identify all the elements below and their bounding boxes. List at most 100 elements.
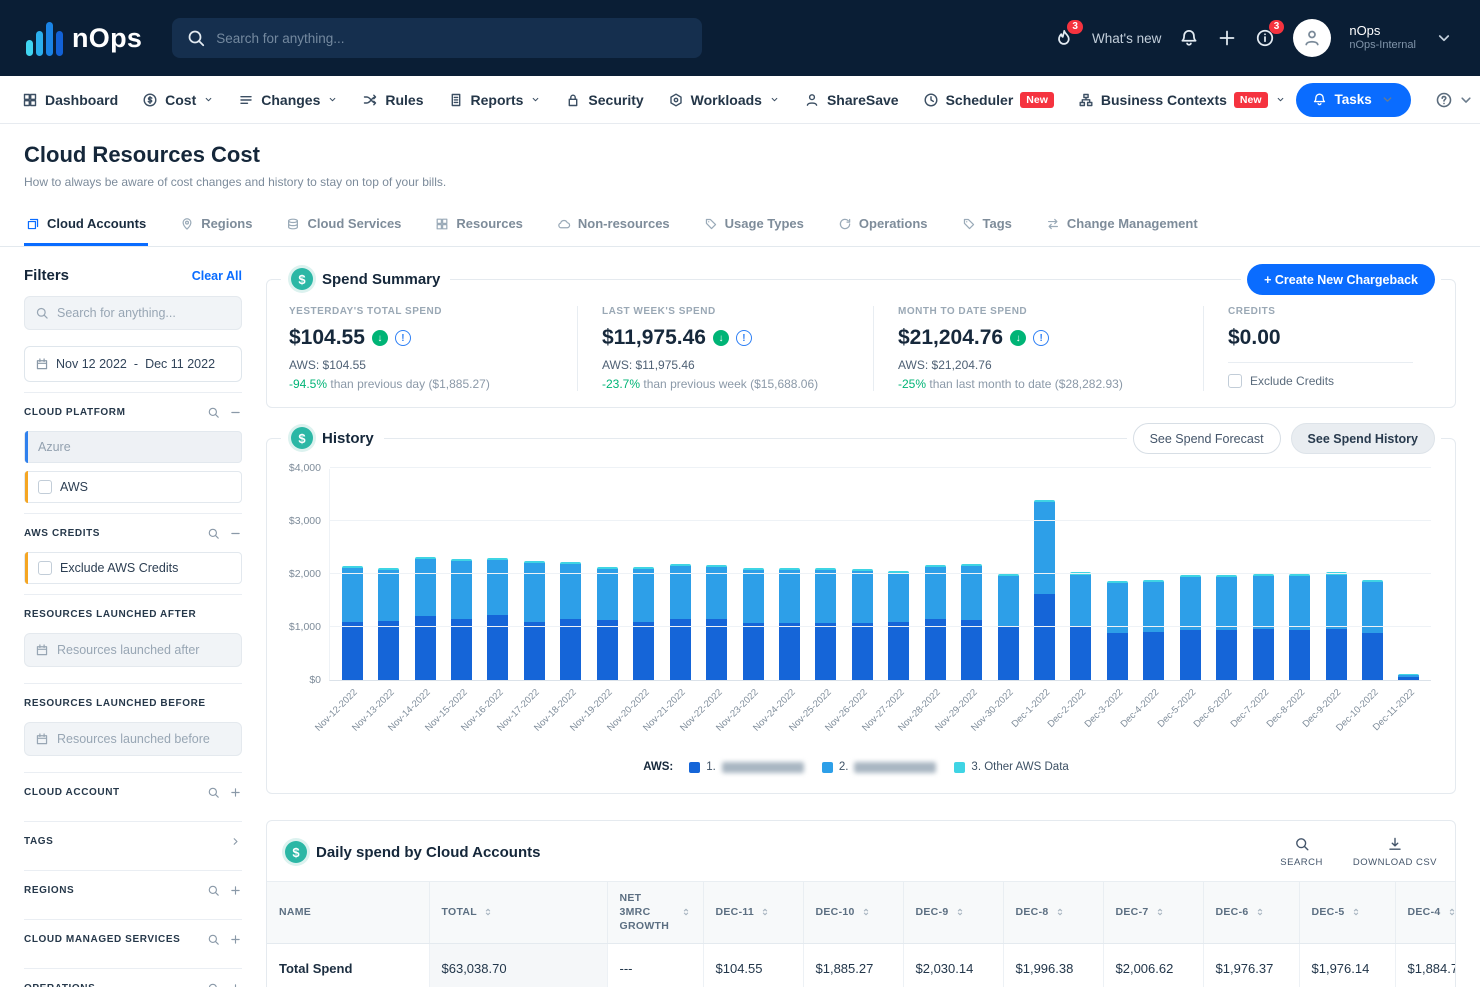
expand-icon[interactable]: [229, 933, 242, 946]
alert-info-icon[interactable]: !: [1033, 330, 1049, 346]
stacked-bar[interactable]: [597, 567, 618, 680]
filter-option-aws[interactable]: AWS: [24, 471, 242, 503]
filter-section-operations[interactable]: OPERATIONS: [24, 969, 242, 987]
column-header-dec-8[interactable]: DEC-8: [1003, 882, 1103, 944]
collapse-icon[interactable]: [229, 406, 242, 419]
stacked-bar[interactable]: [998, 574, 1019, 680]
nav-item-changes[interactable]: Changes: [238, 92, 338, 108]
stacked-bar[interactable]: [633, 567, 654, 680]
nav-item-dashboard[interactable]: Dashboard: [22, 92, 118, 108]
stacked-bar[interactable]: [852, 569, 873, 680]
nav-item-workloads[interactable]: Workloads: [668, 92, 780, 108]
stacked-bar[interactable]: [560, 562, 581, 680]
nav-item-rules[interactable]: Rules: [362, 92, 423, 108]
aws-checkbox[interactable]: [38, 480, 52, 494]
stacked-bar[interactable]: [779, 568, 800, 680]
stacked-bar[interactable]: [961, 564, 982, 680]
global-search-input[interactable]: [216, 31, 688, 46]
filter-section-regions[interactable]: REGIONS: [24, 871, 242, 909]
launched-before-picker[interactable]: [24, 722, 242, 756]
download-csv-button[interactable]: DOWNLOAD CSV: [1353, 836, 1437, 868]
stacked-bar[interactable]: [415, 557, 436, 680]
exclude-credits-checkbox[interactable]: [1228, 374, 1242, 388]
see-spend-forecast-button[interactable]: See Spend Forecast: [1133, 423, 1281, 454]
stacked-bar[interactable]: [1180, 575, 1201, 680]
search-icon[interactable]: [207, 933, 220, 946]
expand-icon[interactable]: [229, 884, 242, 897]
search-icon[interactable]: [207, 786, 220, 799]
create-new-chargeback-button[interactable]: + Create New Chargeback: [1247, 264, 1435, 295]
nav-item-scheduler[interactable]: SchedulerNew: [923, 92, 1054, 108]
search-icon[interactable]: [207, 884, 220, 897]
stacked-bar[interactable]: [1216, 575, 1237, 680]
tasks-button[interactable]: Tasks: [1296, 83, 1411, 117]
filter-section-cloud-managed-services[interactable]: CLOUD MANAGED SERVICES: [24, 920, 242, 958]
collapse-icon[interactable]: [229, 527, 242, 540]
column-header-dec-11[interactable]: DEC-11: [703, 882, 803, 944]
alert-info-icon[interactable]: !: [395, 330, 411, 346]
stacked-bar[interactable]: [1398, 674, 1419, 680]
nav-item-cost[interactable]: Cost: [142, 92, 214, 108]
stacked-bar[interactable]: [1362, 580, 1383, 680]
expand-icon[interactable]: [229, 982, 242, 987]
help-menu[interactable]: [1435, 91, 1475, 109]
filter-option-exclude-aws-credits[interactable]: Exclude AWS Credits: [24, 552, 242, 584]
stacked-bar[interactable]: [524, 561, 545, 680]
tab-change-management[interactable]: Change Management: [1044, 205, 1200, 246]
tab-regions[interactable]: Regions: [178, 205, 254, 246]
filter-section-cloud-platform[interactable]: CLOUD PLATFORM: [24, 393, 242, 431]
tab-resources[interactable]: Resources: [433, 205, 524, 246]
nav-item-reports[interactable]: Reports: [448, 92, 542, 108]
stacked-bar[interactable]: [342, 566, 363, 680]
tab-operations[interactable]: Operations: [836, 205, 930, 246]
filter-section-cloud-account[interactable]: CLOUD ACCOUNT: [24, 773, 242, 811]
column-header-net-3mrc-growth[interactable]: NET 3MRC GROWTH: [607, 882, 703, 944]
stacked-bar[interactable]: [1143, 580, 1164, 680]
avatar[interactable]: [1293, 19, 1331, 57]
table-search-button[interactable]: SEARCH: [1280, 836, 1323, 868]
notifications-bell-icon[interactable]: [1179, 28, 1199, 48]
stacked-bar[interactable]: [378, 568, 399, 680]
search-icon[interactable]: [207, 527, 220, 540]
chevron-right-icon[interactable]: [229, 835, 242, 848]
stacked-bar[interactable]: [670, 564, 691, 680]
filter-option-azure[interactable]: Azure: [24, 431, 242, 463]
filters-search-input[interactable]: [57, 306, 231, 320]
stacked-bar[interactable]: [1289, 574, 1310, 680]
tab-usage-types[interactable]: Usage Types: [702, 205, 806, 246]
column-header-dec-10[interactable]: DEC-10: [803, 882, 903, 944]
account-chevron-down-icon[interactable]: [1434, 28, 1454, 48]
launched-after-picker[interactable]: [24, 633, 242, 667]
streak-fire-icon[interactable]: 3: [1054, 28, 1074, 48]
quick-add-icon[interactable]: [1217, 28, 1237, 48]
column-header-total[interactable]: TOTAL: [429, 882, 607, 944]
column-header-dec-7[interactable]: DEC-7: [1103, 882, 1203, 944]
date-range-picker[interactable]: Nov 12 2022 - Dec 11 2022: [24, 346, 242, 382]
stacked-bar[interactable]: [451, 559, 472, 680]
whats-new-link[interactable]: What's new: [1092, 31, 1161, 46]
launched-after-input[interactable]: [57, 643, 231, 657]
stacked-bar[interactable]: [1034, 500, 1055, 680]
nops-logo[interactable]: nOps: [26, 20, 142, 56]
alert-info-icon[interactable]: !: [736, 330, 752, 346]
search-icon[interactable]: [207, 982, 220, 987]
search-icon[interactable]: [207, 406, 220, 419]
column-header-dec-4[interactable]: DEC-4: [1395, 882, 1456, 944]
nav-item-sharesave[interactable]: ShareSave: [804, 92, 899, 108]
tab-tags[interactable]: Tags: [960, 205, 1014, 246]
stacked-bar[interactable]: [743, 568, 764, 680]
stacked-bar[interactable]: [815, 568, 836, 680]
clear-all-filters-link[interactable]: Clear All: [192, 269, 242, 283]
launched-before-input[interactable]: [57, 732, 231, 746]
nav-item-security[interactable]: Security: [565, 92, 643, 108]
stacked-bar[interactable]: [487, 558, 508, 680]
column-header-dec-9[interactable]: DEC-9: [903, 882, 1003, 944]
tab-cloud-accounts[interactable]: Cloud Accounts: [24, 205, 148, 246]
exclude-credits-option[interactable]: Exclude Credits: [1228, 362, 1413, 388]
tab-cloud-services[interactable]: Cloud Services: [284, 205, 403, 246]
filter-section-tags[interactable]: TAGS: [24, 822, 242, 860]
info-icon[interactable]: 3: [1255, 28, 1275, 48]
column-header-dec-6[interactable]: DEC-6: [1203, 882, 1299, 944]
see-spend-history-button[interactable]: See Spend History: [1291, 423, 1435, 454]
expand-icon[interactable]: [229, 786, 242, 799]
